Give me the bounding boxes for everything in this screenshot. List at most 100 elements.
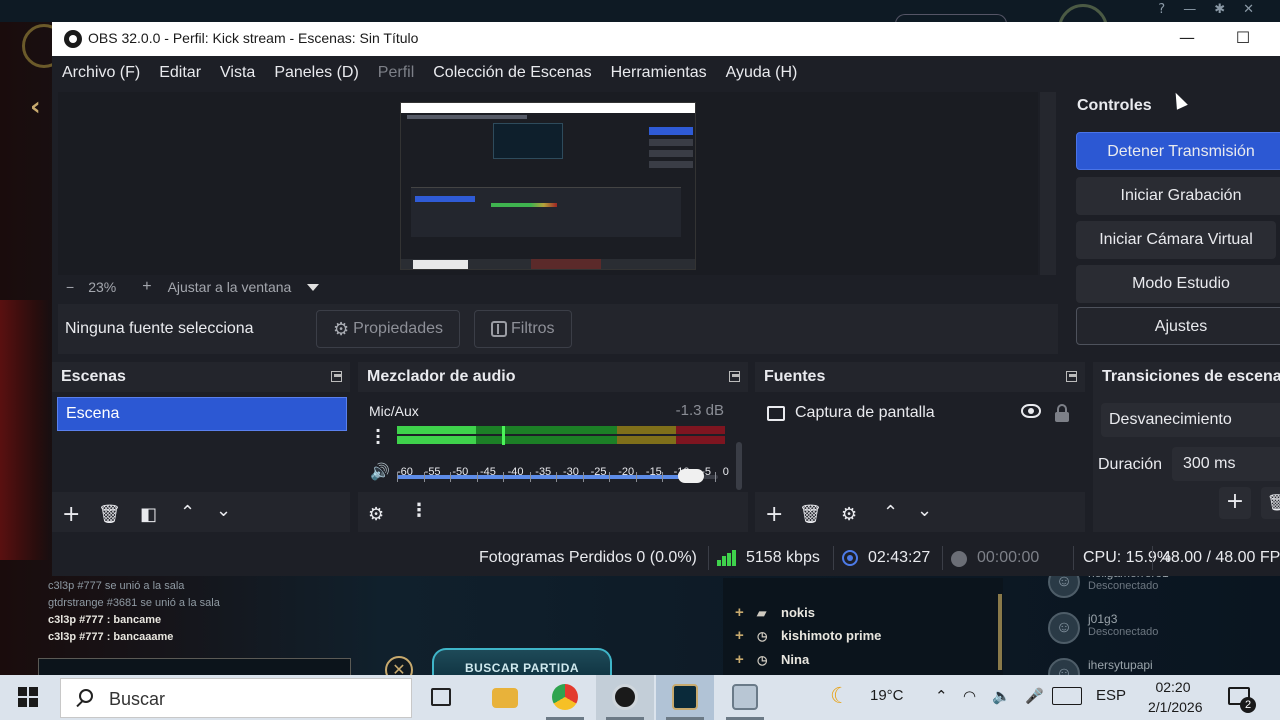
- menu-bar: Archivo (F) Editar Vista Paneles (D) Per…: [52, 56, 1280, 90]
- kebab-menu-icon[interactable]: · · ·: [375, 423, 381, 451]
- volume-tick: [662, 472, 663, 482]
- friend-item[interactable]: + ◷ Nina: [735, 651, 809, 668]
- stop-streaming-button[interactable]: Detener Transmisión: [1076, 132, 1280, 170]
- windows-start-icon[interactable]: [18, 687, 38, 707]
- trash-icon[interactable]: 🗑: [98, 504, 121, 525]
- folder-icon: [492, 688, 518, 708]
- zoom-value: 23%: [88, 279, 117, 295]
- game-client-window-controls: ? — ✱ ✕: [1158, 2, 1254, 17]
- arrow-up-icon[interactable]: ⌃: [180, 502, 195, 523]
- scenes-title: Escenas: [61, 368, 126, 385]
- friend-name: ihersytupapi: [1088, 658, 1153, 672]
- chevron-down-icon[interactable]: [307, 283, 320, 291]
- system-monitor-button[interactable]: [716, 675, 774, 720]
- volume-tick: [450, 472, 451, 482]
- zoom-out-button[interactable]: −: [66, 279, 74, 295]
- minimize-button[interactable]: —: [1164, 22, 1210, 56]
- menu-help[interactable]: Ayuda (H): [726, 64, 798, 82]
- status-separator: [1152, 546, 1153, 570]
- volume-icon[interactable]: 🔈: [992, 687, 1011, 705]
- start-virtual-camera-button[interactable]: Iniciar Cámara Virtual: [1076, 221, 1276, 259]
- mixer-channel-name: Mic/Aux: [369, 403, 419, 419]
- float-dock-icon[interactable]: [1066, 371, 1077, 382]
- league-taskbar-button[interactable]: [656, 675, 714, 720]
- volume-tick: [424, 472, 425, 482]
- menu-scene-collection[interactable]: Colección de Escenas: [433, 64, 591, 82]
- filters-button[interactable]: Filtros: [474, 310, 572, 348]
- wifi-icon[interactable]: ◠: [963, 687, 976, 705]
- duration-label: Duración: [1098, 456, 1163, 473]
- add-icon[interactable]: +: [62, 502, 80, 527]
- trash-icon[interactable]: 🗑: [1261, 487, 1280, 519]
- menu-edit[interactable]: Editar: [159, 64, 201, 82]
- find-match-button[interactable]: BUSCAR PARTIDA: [432, 648, 612, 678]
- arrow-up-icon[interactable]: ⌃: [883, 502, 898, 523]
- chevron-up-icon[interactable]: ⌃: [935, 687, 948, 705]
- menu-file[interactable]: Archivo (F): [62, 64, 140, 82]
- properties-button[interactable]: ⚙ Propiedades: [316, 310, 460, 348]
- language-indicator[interactable]: ESP: [1096, 687, 1126, 704]
- settings-button[interactable]: Ajustes: [1076, 307, 1280, 345]
- microphone-icon[interactable]: 🎤: [1025, 687, 1044, 705]
- weather-temp[interactable]: 19°C: [870, 687, 904, 704]
- mixer-scrollbar[interactable]: [736, 442, 742, 490]
- friend-name: kishimoto prime: [781, 628, 882, 643]
- signal-bars-icon: [717, 550, 737, 566]
- mixer-toolbar: ⚙ ⋮: [358, 498, 748, 532]
- status-separator: [833, 546, 834, 570]
- maximize-button[interactable]: ☐: [1220, 22, 1266, 56]
- obs-icon: [612, 684, 638, 710]
- close-icon: ✕: [1243, 2, 1254, 17]
- volume-slider-handle[interactable]: [678, 469, 704, 483]
- menu-tools[interactable]: Herramientas: [611, 64, 707, 82]
- arrow-down-icon[interactable]: ⌄: [917, 500, 932, 521]
- task-view-button[interactable]: [412, 675, 470, 720]
- file-explorer-button[interactable]: [476, 675, 534, 720]
- source-item[interactable]: Captura de pantalla: [767, 404, 935, 422]
- mixer-title: Mezclador de audio: [367, 368, 516, 385]
- menu-docks[interactable]: Paneles (D): [274, 64, 358, 82]
- float-dock-icon[interactable]: [729, 371, 740, 382]
- speaker-icon[interactable]: 🔊: [370, 462, 390, 481]
- studio-mode-button[interactable]: Modo Estudio: [1076, 265, 1280, 303]
- preview-scrollbar[interactable]: [1040, 92, 1056, 275]
- trash-icon[interactable]: 🗑: [799, 504, 822, 525]
- advanced-audio-icon[interactable]: ⚙: [368, 504, 384, 525]
- float-dock-icon[interactable]: [331, 371, 342, 382]
- status-separator: [1073, 546, 1074, 570]
- volume-tick: [530, 472, 531, 482]
- taskbar-search[interactable]: Buscar: [60, 678, 412, 718]
- keyboard-icon[interactable]: [1052, 687, 1082, 705]
- duration-input[interactable]: 300 ms: [1172, 447, 1280, 481]
- start-recording-button[interactable]: Iniciar Grabación: [1076, 177, 1280, 215]
- no-source-label: Ninguna fuente selecciona: [65, 320, 254, 337]
- chrome-button[interactable]: [536, 675, 594, 720]
- online-friend[interactable]: ☺ j01g3 Desconectado: [1048, 612, 1158, 644]
- friend-item[interactable]: + ▰ nokis: [735, 604, 815, 621]
- lock-icon[interactable]: [1055, 404, 1069, 422]
- transition-select[interactable]: Desvanecimiento: [1101, 403, 1280, 437]
- filter-icon[interactable]: ◧: [140, 504, 157, 525]
- friends-scrollbar[interactable]: [998, 594, 1002, 670]
- obs-taskbar-button[interactable]: [596, 675, 654, 720]
- clock[interactable]: 02:20 2/1/2026: [1148, 677, 1203, 717]
- preview-detail: [493, 123, 563, 159]
- volume-slider[interactable]: [397, 475, 703, 479]
- arrow-down-icon[interactable]: ⌄: [216, 500, 231, 521]
- gear-icon[interactable]: ⚙: [841, 504, 857, 525]
- friend-status: Desconectado: [1088, 580, 1159, 592]
- audio-mixer-dock: Mezclador de audio Mic/Aux -1.3 dB · · · -…: [358, 362, 748, 532]
- obs-logo-icon: [64, 30, 82, 48]
- add-icon[interactable]: +: [765, 502, 783, 527]
- volume-tick: [715, 472, 716, 482]
- kebab-menu-icon[interactable]: ⋮: [410, 500, 428, 521]
- menu-view[interactable]: Vista: [220, 64, 255, 82]
- add-transition-button[interactable]: +: [1219, 487, 1251, 519]
- menu-profile[interactable]: Perfil: [378, 64, 414, 82]
- eye-icon[interactable]: [1021, 404, 1041, 418]
- zoom-in-button[interactable]: +: [142, 278, 151, 296]
- friend-item[interactable]: + ◷ kishimoto prime: [735, 627, 881, 644]
- scene-item[interactable]: Escena: [57, 397, 347, 431]
- fit-to-window-label[interactable]: Ajustar a la ventana: [168, 279, 292, 295]
- level-meter-fill: [397, 426, 476, 434]
